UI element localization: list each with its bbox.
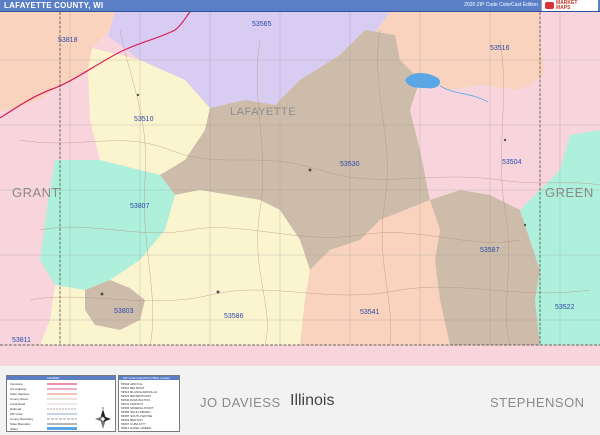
- zip-table-title: ZIP Code Index/Post Office Locator: [123, 376, 171, 380]
- map-canvas[interactable]: [0, 12, 600, 366]
- zip-label-53504: 53504: [502, 159, 522, 166]
- logo-icon: [545, 2, 554, 9]
- county-label-lafayette: LAFAYETTE: [230, 106, 297, 118]
- zip-label-53530: 53530: [340, 161, 360, 168]
- zip-label-53510: 53510: [134, 116, 154, 123]
- svg-text:N: N: [102, 406, 104, 410]
- logo-text: MARKET MAPS: [556, 0, 578, 11]
- zip-label-53516: 53516: [490, 45, 510, 52]
- zip-table-row: 53811 HAZEL GREEN: [121, 426, 152, 430]
- north-arrow-icon: N: [95, 406, 111, 429]
- zip-label-53818: 53818: [58, 37, 78, 44]
- county-label-stephenson: STEPHENSON: [490, 395, 585, 410]
- zip-label-53803: 53803: [114, 308, 134, 315]
- publisher-logo: MARKET MAPS: [541, 0, 598, 11]
- zip-label-53586: 53586: [224, 313, 244, 320]
- county-label-green: GREEN: [545, 185, 594, 200]
- title-bar: LAFAYETTE COUNTY, WI 2020 ZIP Code Color…: [0, 0, 600, 12]
- county-label-grant: GRANT: [12, 185, 60, 200]
- zip-label-53811: 53811: [12, 337, 31, 344]
- zip-label-53522: 53522: [555, 304, 575, 311]
- edition-label: 2020 ZIP Code ColorCast Edition: [464, 2, 538, 8]
- county-label-jo-daviess: JO DAVIESS: [200, 395, 281, 410]
- zip-label-53541: 53541: [360, 309, 380, 316]
- map-title: LAFAYETTE COUNTY, WI: [4, 1, 104, 10]
- zip-label-53807: 53807: [130, 203, 150, 210]
- zip-label-53565: 53565: [252, 21, 272, 28]
- state-label-illinois: Illinois: [290, 392, 335, 409]
- zip-label-53587: 53587: [480, 247, 500, 254]
- zip-index-table: ZIP Code Index/Post Office Locator 53504…: [118, 375, 180, 432]
